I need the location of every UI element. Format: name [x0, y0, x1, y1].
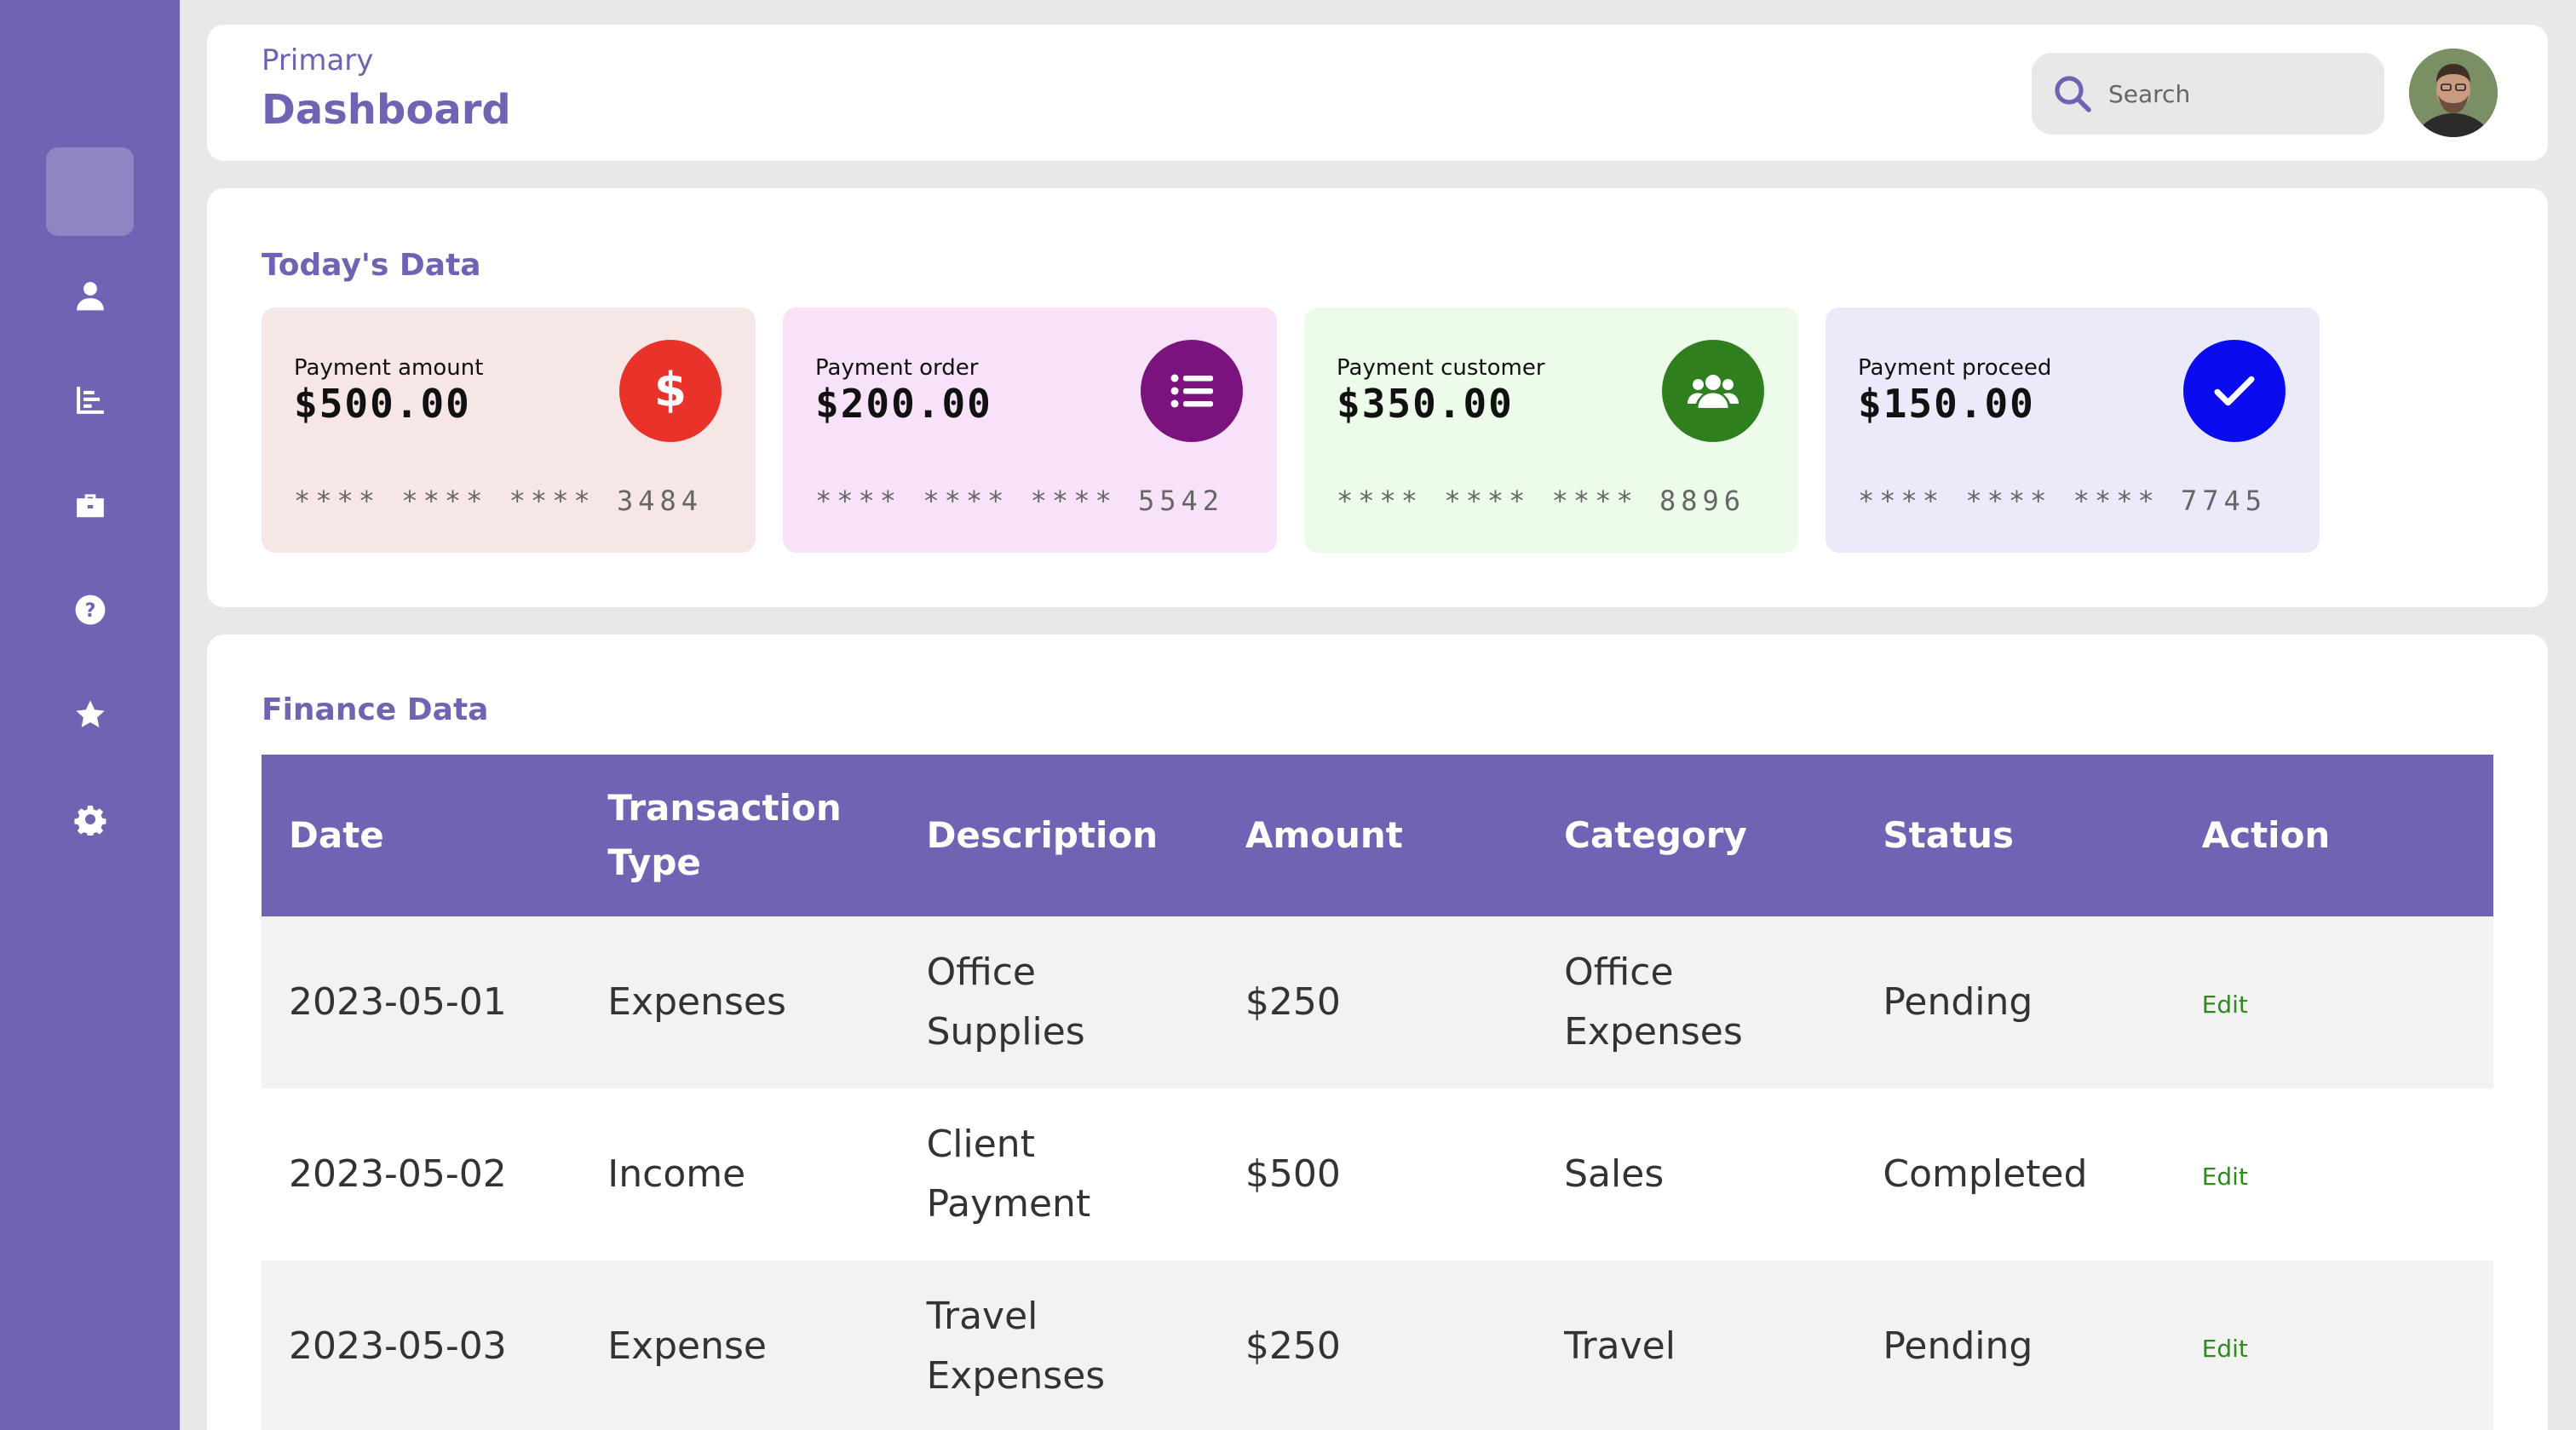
- payment-card[interactable]: Payment proceed $150.00 **** **** **** 7…: [1826, 307, 2320, 553]
- svg-text:?: ?: [85, 600, 96, 622]
- column-header: Description: [899, 755, 1218, 916]
- table-row: 2023-05-02 Income Client Payment $500 Sa…: [262, 1088, 2493, 1261]
- finance-table: Date Transaction Type Description Amount…: [262, 755, 2493, 1430]
- gear-icon[interactable]: [70, 799, 111, 840]
- todays-data-section: Today's Data Payment amount $500.00 $ **…: [207, 188, 2548, 607]
- description-cell: Client Payment: [899, 1088, 1218, 1261]
- search-icon: [2055, 76, 2091, 112]
- category-cell: Sales: [1537, 1088, 1856, 1261]
- edit-link[interactable]: Edit: [2202, 1335, 2248, 1363]
- payment-card[interactable]: Payment customer $350.00 **** **** **** …: [1304, 307, 1798, 553]
- amount-cell: $250: [1217, 1261, 1538, 1430]
- dollar-icon: $: [619, 340, 722, 442]
- check-icon: [2183, 340, 2286, 442]
- date-cell: 2023-05-03: [262, 1261, 581, 1430]
- type-cell: Expenses: [580, 916, 900, 1088]
- status-cell: Pending: [1855, 916, 2175, 1088]
- card-number: **** **** **** 3484: [294, 485, 704, 517]
- status-cell: Completed: [1855, 1088, 2175, 1261]
- column-header: Category: [1537, 755, 1856, 916]
- type-cell: Expense: [580, 1261, 900, 1430]
- category-cell: Travel: [1537, 1261, 1856, 1430]
- app-logo[interactable]: [46, 147, 134, 236]
- payment-value: $150.00: [1858, 381, 2035, 427]
- page-title: Dashboard: [262, 86, 511, 134]
- status-cell: Pending: [1855, 1261, 2175, 1430]
- card-number: **** **** **** 8896: [1337, 485, 1746, 517]
- amount-cell: $500: [1217, 1088, 1538, 1261]
- column-header: Status: [1855, 755, 2175, 916]
- payment-value: $200.00: [815, 381, 992, 427]
- table-row: 2023-05-03 Expense Travel Expenses $250 …: [262, 1261, 2493, 1430]
- table-row: 2023-05-01 Expenses Office Supplies $250…: [262, 916, 2493, 1088]
- svg-text:$: $: [654, 365, 687, 416]
- edit-link[interactable]: Edit: [2202, 991, 2248, 1019]
- payment-value: $350.00: [1337, 381, 1514, 427]
- table-header-row: Date Transaction Type Description Amount…: [262, 755, 2493, 916]
- column-header: Date: [262, 755, 581, 916]
- column-header: Transaction Type: [580, 755, 900, 916]
- payment-label: Payment proceed: [1858, 355, 2052, 381]
- chart-icon[interactable]: [70, 380, 111, 421]
- payment-label: Payment amount: [294, 355, 484, 381]
- amount-cell: $250: [1217, 916, 1538, 1088]
- date-cell: 2023-05-01: [262, 916, 581, 1088]
- description-cell: Travel Expenses: [899, 1261, 1218, 1430]
- search-input[interactable]: [2108, 72, 2364, 116]
- search-box[interactable]: [2032, 53, 2384, 135]
- payment-value: $500.00: [294, 381, 471, 427]
- type-cell: Income: [580, 1088, 900, 1261]
- sidebar: ?: [0, 0, 180, 1430]
- card-number: **** **** **** 7745: [1858, 485, 2268, 517]
- star-icon[interactable]: [70, 694, 111, 735]
- user-icon[interactable]: [70, 275, 111, 316]
- section-title: Finance Data: [262, 692, 489, 727]
- edit-link[interactable]: Edit: [2202, 1163, 2248, 1191]
- payment-label: Payment customer: [1337, 355, 1545, 381]
- list-icon: [1141, 340, 1243, 442]
- column-header: Action: [2174, 755, 2493, 916]
- column-header: Amount: [1217, 755, 1538, 916]
- briefcase-icon[interactable]: [70, 485, 111, 525]
- breadcrumb: Primary: [262, 43, 374, 78]
- card-number: **** **** **** 5542: [815, 485, 1225, 517]
- finance-data-section: Finance Data Date Transaction Type Descr…: [207, 635, 2548, 1430]
- avatar[interactable]: [2409, 49, 2498, 137]
- payment-card[interactable]: Payment amount $500.00 $ **** **** **** …: [262, 307, 756, 553]
- action-cell: Edit: [2174, 1088, 2493, 1261]
- header-bar: Primary Dashboard: [207, 25, 2548, 161]
- action-cell: Edit: [2174, 916, 2493, 1088]
- date-cell: 2023-05-02: [262, 1088, 581, 1261]
- payment-card[interactable]: Payment order $200.00 **** **** **** 554…: [783, 307, 1277, 553]
- help-icon[interactable]: ?: [70, 589, 111, 630]
- section-title: Today's Data: [262, 248, 481, 283]
- action-cell: Edit: [2174, 1261, 2493, 1430]
- payment-label: Payment order: [815, 355, 979, 381]
- category-cell: Office Expenses: [1537, 916, 1856, 1088]
- users-icon: [1662, 340, 1764, 442]
- description-cell: Office Supplies: [899, 916, 1218, 1088]
